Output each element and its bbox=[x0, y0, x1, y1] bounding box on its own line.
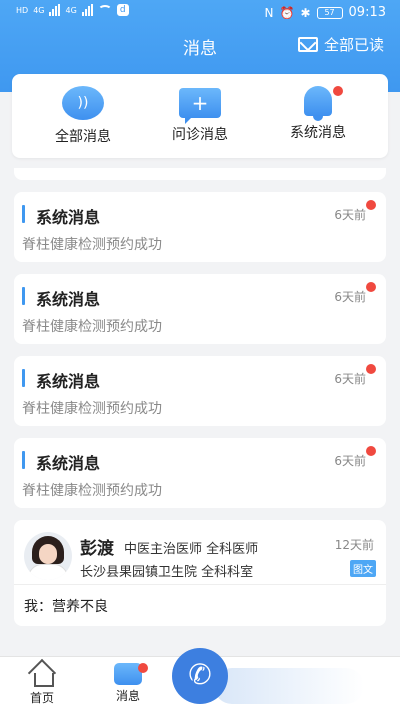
category-system[interactable]: 系统消息 bbox=[263, 84, 373, 142]
mail-open-icon bbox=[297, 37, 318, 52]
list-item-partial bbox=[14, 168, 386, 180]
category-label: 问诊消息 bbox=[172, 127, 228, 143]
phone-call-button[interactable]: ✆ bbox=[172, 648, 228, 704]
home-icon bbox=[29, 661, 55, 687]
nfc-icon: N bbox=[264, 5, 274, 20]
app-notification-icon: d bbox=[116, 4, 129, 16]
bluetooth-icon: ✱ bbox=[300, 5, 311, 20]
unread-dot bbox=[366, 446, 376, 456]
accent-bar bbox=[22, 369, 25, 387]
read-all-button[interactable]: 全部已读 bbox=[297, 34, 384, 55]
signal-icon-2 bbox=[81, 4, 93, 16]
unread-dot bbox=[366, 200, 376, 210]
category-card: )) 全部消息 + 问诊消息 系统消息 bbox=[12, 74, 388, 158]
alarm-icon: ⏰ bbox=[279, 5, 295, 20]
message-time: 6天前 bbox=[334, 372, 366, 386]
hd-indicator: HD bbox=[16, 5, 29, 15]
tab-home[interactable]: 首页 bbox=[12, 661, 72, 706]
chat-plus-icon: + bbox=[179, 88, 221, 124]
phone-icon: ✆ bbox=[188, 658, 212, 691]
fab-glow bbox=[214, 668, 364, 704]
list-item[interactable]: 系统消息 6天前 脊柱健康检测预约成功 bbox=[14, 438, 386, 508]
doctor-title: 中医主治医师 全科医师 bbox=[124, 542, 259, 557]
network-type-2: 4G bbox=[65, 5, 77, 15]
tab-label: 首页 bbox=[29, 691, 54, 705]
message-desc: 脊柱健康检测预约成功 bbox=[22, 401, 162, 417]
consult-type-badge: 图文 bbox=[350, 560, 376, 577]
unread-dot bbox=[366, 364, 376, 374]
unread-dot bbox=[138, 663, 148, 673]
list-item[interactable]: 系统消息 6天前 脊柱健康检测预约成功 bbox=[14, 356, 386, 426]
message-title: 系统消息 bbox=[36, 208, 101, 227]
read-all-label: 全部已读 bbox=[323, 36, 384, 54]
avatar bbox=[24, 532, 72, 580]
message-title: 系统消息 bbox=[36, 454, 101, 473]
signal-icon bbox=[49, 4, 61, 16]
accent-bar bbox=[22, 287, 25, 305]
message-desc: 脊柱健康检测预约成功 bbox=[22, 319, 162, 335]
accent-bar bbox=[22, 451, 25, 469]
list-item[interactable]: 系统消息 6天前 脊柱健康检测预约成功 bbox=[14, 192, 386, 262]
message-time: 12天前 bbox=[334, 538, 374, 552]
message-time: 6天前 bbox=[334, 454, 366, 468]
doctor-name: 彭渡 bbox=[80, 539, 114, 559]
message-time: 6天前 bbox=[334, 290, 366, 304]
network-type: 4G bbox=[33, 5, 45, 15]
category-label: 系统消息 bbox=[290, 125, 346, 141]
doctor-hospital: 长沙县果园镇卫生院 全科科室 bbox=[80, 565, 254, 580]
clock: 09:13 bbox=[348, 5, 386, 20]
wifi-icon bbox=[97, 5, 112, 15]
category-label: 全部消息 bbox=[55, 129, 111, 145]
status-bar: HD 4G 4G d N ⏰ ✱ 57 09:13 bbox=[0, 0, 400, 28]
unread-dot bbox=[366, 282, 376, 292]
tab-messages[interactable]: 消息 bbox=[98, 661, 158, 704]
divider bbox=[14, 584, 386, 585]
list-item[interactable]: 系统消息 6天前 脊柱健康检测预约成功 bbox=[14, 274, 386, 344]
category-consult[interactable]: + 问诊消息 bbox=[145, 84, 255, 144]
unread-dot bbox=[333, 86, 343, 96]
bell-icon bbox=[304, 86, 332, 121]
message-desc: 脊柱健康检测预约成功 bbox=[22, 237, 162, 253]
category-all[interactable]: )) 全部消息 bbox=[28, 84, 138, 146]
message-title: 系统消息 bbox=[36, 372, 101, 391]
message-desc: 脊柱健康检测预约成功 bbox=[22, 483, 162, 499]
battery-icon: 57 bbox=[316, 6, 343, 19]
tab-label: 消息 bbox=[115, 689, 140, 703]
doctor-message-card[interactable]: 彭渡 中医主治医师 全科医师 12天前 长沙县果园镇卫生院 全科科室 图文 我：… bbox=[14, 520, 386, 626]
message-title: 系统消息 bbox=[36, 290, 101, 309]
speaker-icon: )) bbox=[62, 86, 104, 120]
accent-bar bbox=[22, 205, 25, 223]
message-time: 6天前 bbox=[334, 208, 366, 222]
last-message: 我：营养不良 bbox=[24, 599, 108, 615]
